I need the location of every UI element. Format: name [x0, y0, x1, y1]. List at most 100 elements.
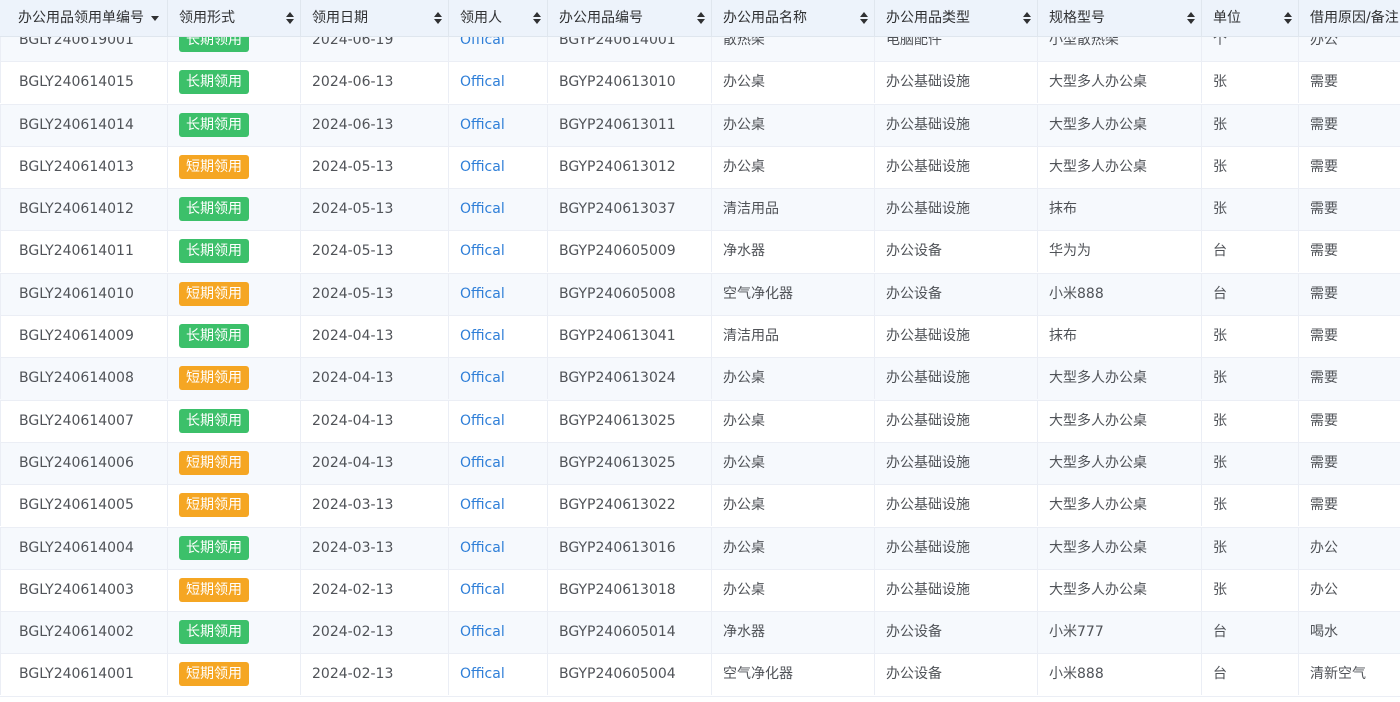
column-header-date[interactable]: 领用日期 [301, 0, 449, 36]
column-header-form[interactable]: 领用形式 [168, 0, 301, 36]
table-row[interactable]: BGLY240614006 短期领用 2024-04-13 Offical BGYP24… [0, 442, 1400, 486]
cell-record-id: BGLY240614003 [0, 569, 168, 611]
column-header-item-type[interactable]: 办公用品类型 [875, 0, 1038, 36]
long-term-tag: 长期领用 [179, 239, 249, 264]
column-header-user[interactable]: 领用人 [449, 0, 548, 36]
cell-text: BGYP240605008 [559, 285, 676, 302]
user-link[interactable]: Offical [460, 455, 505, 471]
table-row[interactable]: BGLY240614001 短期领用 2024-02-13 Offical BGYP24… [0, 654, 1400, 697]
table-row[interactable]: BGLY240614015 长期领用 2024-06-13 Offical BGYP24… [0, 62, 1400, 105]
sort-descending-icon[interactable] [1284, 19, 1292, 24]
sort-descending-icon[interactable] [1187, 19, 1195, 24]
table-row[interactable]: BGLY240614008 短期领用 2024-04-13 Offical BGYP24… [0, 358, 1400, 401]
table-row[interactable]: BGLY240614014 长期领用 2024-06-13 Offical BGYP24… [0, 104, 1400, 147]
user-link[interactable]: Offical [460, 201, 505, 217]
sort-icon[interactable] [1187, 11, 1195, 25]
cell-record-id: BGLY240614010 [0, 273, 168, 315]
cell-item-no: BGYP240613025 [548, 400, 712, 442]
cell-spec: 大型多人办公桌 [1038, 485, 1202, 527]
cell-text: 办公基础设施 [886, 370, 970, 387]
cell-spec: 大型多人办公桌 [1038, 569, 1202, 611]
sort-ascending-icon[interactable] [1187, 12, 1195, 17]
cell-form: 短期领用 [168, 442, 301, 484]
sort-icon[interactable] [1023, 11, 1031, 25]
sort-descending-icon[interactable] [434, 19, 442, 24]
user-link[interactable]: Offical [460, 328, 505, 344]
table-row[interactable]: BGLY240614003 短期领用 2024-02-13 Offical BGYP24… [0, 569, 1400, 613]
table-row[interactable]: BGLY240614013 短期领用 2024-05-13 Offical BGYP24… [0, 146, 1400, 190]
cell-text: 办公桌 [723, 454, 765, 471]
table-row[interactable]: BGLY240614010 短期领用 2024-05-13 Offical BGYP24… [0, 273, 1400, 317]
user-link[interactable]: Offical [460, 497, 505, 513]
cell-item-no: BGYP240613037 [548, 189, 712, 231]
cell-spec: 小米888 [1038, 654, 1202, 696]
sort-descending-icon[interactable] [860, 19, 868, 24]
cell-item-type: 办公设备 [875, 231, 1038, 273]
cell-remark: 需要 [1299, 443, 1400, 484]
cell-text: BGYP240613018 [559, 581, 676, 598]
cell-item-no: BGYP240613016 [548, 527, 712, 569]
data-table: 办公用品领用单编号 领用形式 领用日期 领用人 办公用品编号 办公用品名称 办公用品类型 规格… [0, 0, 1400, 702]
table-row[interactable]: BGLY240614005 短期领用 2024-03-13 Offical BGYP24… [0, 485, 1400, 528]
cell-text: BGYP240613025 [559, 412, 676, 429]
user-link[interactable]: Offical [460, 159, 505, 175]
cell-text: 大型多人办公桌 [1049, 74, 1147, 91]
cell-text: 2024-03-13 [312, 539, 394, 556]
table-row[interactable]: BGLY240614009 长期领用 2024-04-13 Offical BGYP24… [0, 316, 1400, 359]
user-link[interactable]: Offical [460, 413, 505, 429]
sort-icon[interactable] [1284, 11, 1292, 25]
user-link[interactable]: Offical [460, 286, 505, 302]
table-row[interactable]: BGLY240614011 长期领用 2024-05-13 Offical BGYP24… [0, 231, 1400, 274]
table-row[interactable]: BGLY240614007 长期领用 2024-04-13 Offical BGYP24… [0, 400, 1400, 443]
column-header-spec[interactable]: 规格型号 [1038, 0, 1202, 36]
user-link[interactable]: Offical [460, 540, 505, 556]
sort-icon[interactable] [286, 11, 294, 25]
column-header-item-name[interactable]: 办公用品名称 [712, 0, 875, 36]
sort-ascending-icon[interactable] [1023, 12, 1031, 17]
cell-item-type: 办公设备 [875, 612, 1038, 654]
table-row[interactable]: BGLY240614012 长期领用 2024-05-13 Offical BGYP24… [0, 189, 1400, 232]
sort-ascending-icon[interactable] [1284, 12, 1292, 17]
table-row[interactable]: BGLY240614002 长期领用 2024-02-13 Offical BGYP24… [0, 612, 1400, 655]
user-link[interactable]: Offical [460, 117, 505, 133]
cell-form: 长期领用 [168, 400, 301, 442]
sort-descending-icon[interactable] [286, 19, 294, 24]
user-link[interactable]: Offical [460, 624, 505, 640]
cell-remark: 办公 [1299, 528, 1400, 569]
cell-remark: 清新空气 [1299, 654, 1400, 695]
sort-ascending-icon[interactable] [434, 12, 442, 17]
sort-icon[interactable] [533, 11, 541, 25]
sort-descending-icon[interactable] [533, 19, 541, 24]
user-link[interactable]: Offical [460, 243, 505, 259]
user-link[interactable]: Offical [460, 74, 505, 90]
cell-record-id: BGLY240614009 [0, 316, 168, 358]
cell-text: 2024-02-13 [312, 581, 394, 598]
user-link[interactable]: Offical [460, 370, 505, 386]
sort-descending-icon[interactable] [1023, 19, 1031, 24]
user-link[interactable]: Offical [460, 582, 505, 598]
sort-icon[interactable] [697, 11, 705, 25]
caret-down-icon[interactable] [151, 16, 159, 21]
sort-icon[interactable] [860, 11, 868, 25]
column-header-unit[interactable]: 单位 [1202, 0, 1299, 36]
sort-ascending-icon[interactable] [697, 12, 705, 17]
cell-text: 张 [1213, 581, 1227, 598]
cell-item-type: 办公基础设施 [875, 569, 1038, 611]
sort-descending-icon[interactable] [697, 19, 705, 24]
user-link[interactable]: Offical [460, 666, 505, 682]
cell-text: 需要 [1310, 116, 1338, 133]
sort-ascending-icon[interactable] [286, 12, 294, 17]
column-header-record-id[interactable]: 办公用品领用单编号 [0, 0, 168, 36]
table-row[interactable]: BGLY240614004 长期领用 2024-03-13 Offical BGYP24… [0, 527, 1400, 570]
column-header-item-no[interactable]: 办公用品编号 [548, 0, 712, 36]
cell-text: 净水器 [723, 624, 765, 641]
cell-text: 台 [1213, 243, 1227, 260]
sort-ascending-icon[interactable] [533, 12, 541, 17]
cell-text: 办公桌 [723, 74, 765, 91]
cell-text: 办公设备 [886, 243, 942, 260]
cell-item-no: BGYP240613025 [548, 442, 712, 484]
sort-ascending-icon[interactable] [860, 12, 868, 17]
column-header-remark[interactable]: 借用原因/备注 [1299, 0, 1400, 36]
cell-text: BGYP240613011 [559, 116, 676, 133]
sort-icon[interactable] [434, 11, 442, 25]
